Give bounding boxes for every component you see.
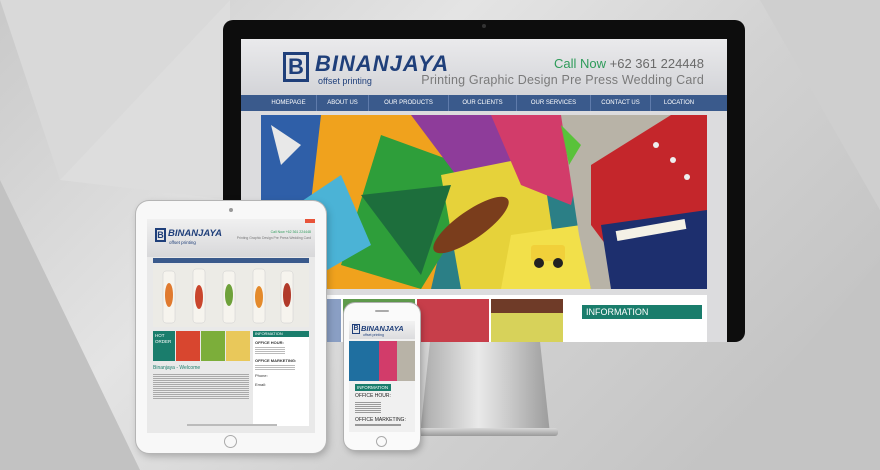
nav-our-clients[interactable]: OUR CLIENTS xyxy=(449,95,517,111)
corner-tab xyxy=(305,219,315,223)
call-now-label: Call Now xyxy=(554,56,607,71)
nav-contact-us[interactable]: CONTACT US xyxy=(591,95,651,111)
phone-label: Phone: xyxy=(255,373,268,378)
nav-our-services[interactable]: OUR SERVICES xyxy=(517,95,591,111)
office-marketing-text xyxy=(255,364,295,370)
office-marketing-label: OFFICE MARKETING: xyxy=(255,358,297,363)
footer-text xyxy=(187,424,277,426)
ipad-thumbnails xyxy=(176,331,250,361)
logo-mark[interactable]: B xyxy=(155,228,166,242)
information-heading: INFORMATION xyxy=(253,331,309,337)
call-now: Call Now +62 361 224448 xyxy=(270,230,311,234)
office-hour-text xyxy=(355,401,381,413)
welcome-text xyxy=(153,373,249,399)
logo-name[interactable]: BINANJAYA xyxy=(168,228,222,239)
ipad-site-header: B BINANJAYA offset printing Call Now +62… xyxy=(147,219,315,257)
information-heading: INFORMATION xyxy=(582,305,702,319)
information-heading: INFORMATION xyxy=(355,384,391,391)
ipad-screen: B BINANJAYA offset printing Call Now +62… xyxy=(147,219,315,433)
imac-stand-base xyxy=(412,428,558,436)
hot-order-badge[interactable]: HOT ORDER xyxy=(153,331,175,361)
imac-stand xyxy=(420,338,550,434)
logo-subtitle: offset printing xyxy=(363,333,384,337)
office-hour-text xyxy=(255,346,285,354)
iphone-device: B BINANJAYA offset printing INFORMATION … xyxy=(344,303,420,450)
office-marketing-label: OFFICE MARKETING: xyxy=(355,417,406,423)
ipad-device: B BINANJAYA offset printing Call Now +62… xyxy=(136,201,326,453)
welcome-heading: Binanjaya - Welcome xyxy=(153,365,201,371)
logo-mark[interactable]: B xyxy=(352,324,360,334)
iphone-hero xyxy=(349,341,415,381)
main-nav: HOMEPAGE ABOUT US OUR PRODUCTS OUR CLIEN… xyxy=(241,95,727,111)
call-now: Call Now +62 361 224448 xyxy=(554,56,704,71)
ipad-nav[interactable] xyxy=(153,258,309,263)
nav-about-us[interactable]: ABOUT US xyxy=(317,95,369,111)
nav-location[interactable]: LOCATION xyxy=(651,95,707,111)
iphone-site-header: B BINANJAYA offset printing xyxy=(349,321,415,339)
logo-subtitle: offset printing xyxy=(318,76,372,86)
logo-subtitle: offset printing xyxy=(169,240,196,245)
email-label: Email: xyxy=(255,382,267,387)
logo-mark[interactable]: B xyxy=(283,52,309,82)
speaker-icon xyxy=(375,310,389,312)
nav-homepage[interactable]: HOMEPAGE xyxy=(261,95,317,111)
tagline: Printing Graphic Design Pre Press Weddin… xyxy=(236,236,311,240)
iphone-screen: B BINANJAYA offset printing INFORMATION … xyxy=(349,321,415,432)
camera-icon xyxy=(482,24,486,28)
site-header: B BINANJAYA offset printing Call Now +62… xyxy=(241,39,727,95)
hero-artwork xyxy=(261,115,707,289)
camera-icon xyxy=(229,208,233,212)
ipad-hero-products xyxy=(153,265,309,327)
office-hour-label: OFFICE HOUR: xyxy=(255,340,284,345)
information-panel: INFORMATION xyxy=(578,301,705,342)
office-hour-label: OFFICE HOUR: xyxy=(355,393,391,399)
office-marketing-text xyxy=(355,424,401,426)
nav-our-products[interactable]: OUR PRODUCTS xyxy=(369,95,449,111)
home-button[interactable] xyxy=(376,436,387,447)
phone-number: +62 361 224448 xyxy=(609,56,704,71)
logo-name[interactable]: BINANJAYA xyxy=(361,324,404,333)
tagline: Printing Graphic Design Pre Press Weddin… xyxy=(421,73,704,87)
ipad-information-panel: INFORMATION OFFICE HOUR: OFFICE MARKETIN… xyxy=(253,331,309,426)
home-button[interactable] xyxy=(224,435,237,448)
